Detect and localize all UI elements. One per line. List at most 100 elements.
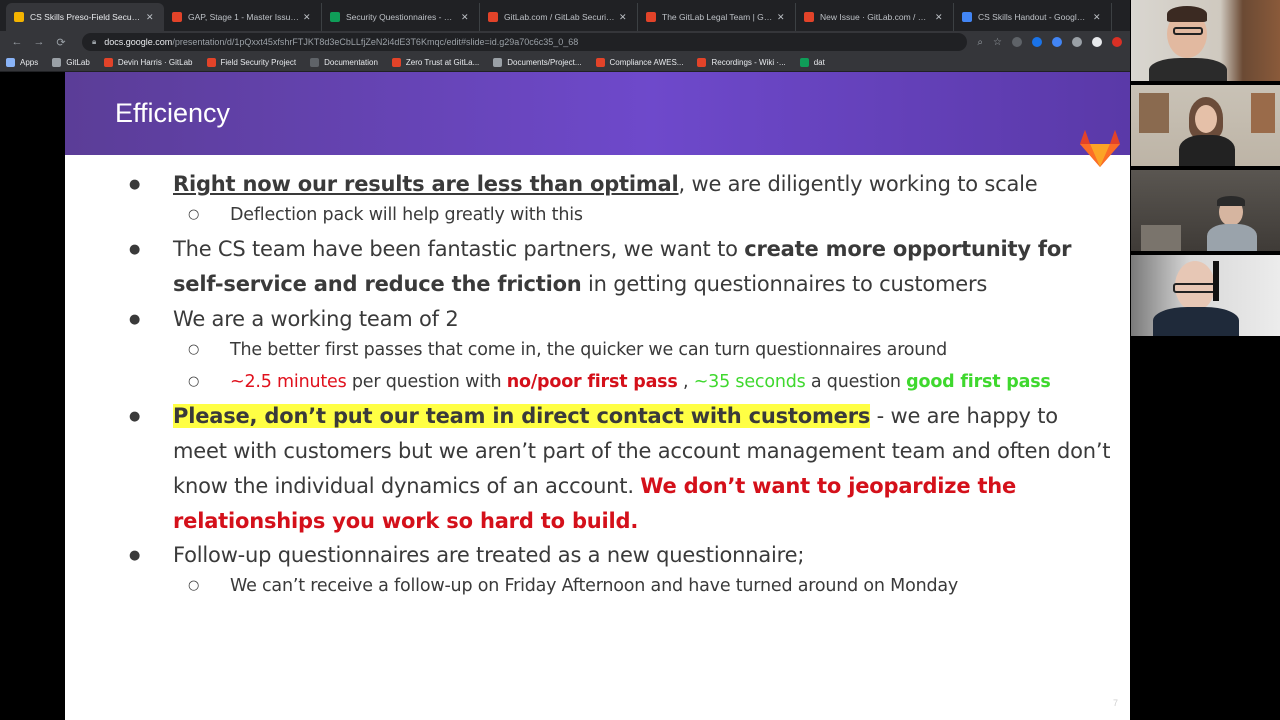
extension-icon[interactable] [1112, 36, 1122, 47]
sub-bullet-friday: We can’t receive a follow-up on Friday A… [188, 571, 958, 601]
sub-bullet-timing: ~2.5 minutes per question with no/poor f… [188, 367, 1051, 397]
reload-icon[interactable]: ⟳ [52, 33, 70, 51]
bookmark-label: Zero Trust at GitLa... [405, 57, 480, 67]
browser-tab[interactable]: GitLab.com / GitLab Security De ✕ [480, 3, 638, 31]
bookmark-item[interactable]: Zero Trust at GitLa... [391, 57, 480, 67]
bookmark-item[interactable]: Documentation [310, 57, 378, 67]
video-call-panel [1130, 0, 1280, 720]
bookmark-star-icon[interactable]: ☆ [993, 37, 1002, 48]
bullet-text: per question with [346, 372, 507, 392]
bullet-text: in getting questionnaires to customers [581, 272, 988, 296]
bullet-cs-team: The CS team have been fantastic partners… [129, 232, 1113, 302]
search-icon[interactable]: ⌕ [977, 37, 983, 48]
bookmark-label: Documentation [324, 57, 378, 67]
tab-close-icon[interactable]: ✕ [777, 12, 787, 23]
participant-video-tile[interactable] [1131, 170, 1280, 253]
bullet-no-direct-contact: Please, don’t put our team in direct con… [129, 399, 1113, 539]
tab-favicon-icon [488, 12, 498, 22]
extension-icon[interactable] [1072, 36, 1082, 47]
bookmark-item[interactable]: Apps [6, 57, 39, 67]
url-domain: docs.google.com [104, 37, 173, 47]
bullet-results: Right now our results are less than opti… [129, 167, 1113, 202]
extension-icon[interactable] [1032, 36, 1042, 47]
participant-video-tile[interactable] [1131, 0, 1280, 83]
bookmark-item[interactable]: GitLab [52, 57, 90, 67]
bookmark-icon [799, 57, 809, 67]
url-path: /presentation/d/1pQxxt45xfshrFTJKT8d3eCb… [172, 37, 579, 47]
tab-title: GitLab.com / GitLab Security De [504, 12, 615, 22]
tab-favicon-icon [172, 12, 182, 22]
bookmark-label: Compliance AWES... [609, 57, 684, 67]
extension-icon[interactable] [1092, 36, 1102, 47]
bullet-text: The CS team have been fantastic partners… [173, 237, 745, 261]
bookmark-label: Devin Harris · GitLab [117, 57, 193, 67]
timing-good: ~35 seconds [693, 372, 806, 392]
browser-tab[interactable]: Security Questionnaires - Goog ✕ [322, 3, 480, 31]
bookmark-icon [103, 57, 113, 67]
tab-title: GAP, Stage 1 - Master Issue (#T [188, 12, 299, 22]
browser-tab[interactable]: GAP, Stage 1 - Master Issue (#T ✕ [164, 3, 322, 31]
participant-video-tile[interactable] [1131, 255, 1280, 338]
tab-close-icon[interactable]: ✕ [461, 12, 471, 23]
sub-bullet-deflection: Deflection pack will help greatly with t… [188, 200, 583, 230]
participant-video-tile[interactable] [1131, 85, 1280, 168]
bookmark-item[interactable]: Compliance AWES... [595, 57, 684, 67]
tab-favicon-icon [330, 12, 340, 22]
bookmark-icon [493, 57, 503, 67]
slide-body: Right now our results are less than opti… [65, 72, 1130, 720]
bullet-underlined-text: Right now our results are less than opti… [173, 172, 679, 196]
tab-title: New Issue · GitLab.com / GitLab [820, 12, 931, 22]
browser-toolbar: ← → ⟳ 🔒︎ docs.google.com/presentation/d/… [0, 31, 1130, 53]
bookmark-label: GitLab [66, 57, 90, 67]
bookmark-item[interactable]: Devin Harris · GitLab [103, 57, 193, 67]
bookmark-label: Apps [20, 57, 39, 67]
bookmark-icon [6, 57, 15, 67]
slide-page-number: 7 [1112, 698, 1118, 708]
highlighted-text: Please, don’t put our team in direct con… [173, 404, 871, 428]
bookmarks-bar: Apps GitLab Devin Harris · GitLab Field Sec… [0, 53, 1130, 72]
bullet-follow-up: Follow-up questionnaires are treated as … [129, 538, 1113, 573]
bullet-team-of-2: We are a working team of 2 [129, 302, 1113, 337]
bullet-text: a question [805, 372, 907, 392]
sub-bullet-first-passes: The better first passes that come in, th… [188, 335, 947, 365]
extension-icon[interactable] [1012, 36, 1022, 47]
bookmark-item[interactable]: dat [799, 57, 825, 67]
bookmark-label: Documents/Project... [507, 57, 582, 67]
slide: Efficiency Right now our results are les… [65, 72, 1130, 720]
bookmark-label: Recordings - Wiki ·... [711, 57, 786, 67]
tab-title: The GitLab Legal Team | GitLab [662, 12, 773, 22]
zoom-extension-icon[interactable] [1052, 36, 1062, 47]
good-first-pass-label: good first pass [906, 372, 1051, 392]
bookmark-icon [310, 57, 320, 67]
browser-tab[interactable]: CS Skills Handout - Google Docs ✕ [954, 3, 1112, 31]
bookmark-item[interactable]: Field Security Project [206, 57, 297, 67]
bookmark-item[interactable]: Recordings - Wiki ·... [697, 57, 786, 67]
bookmark-icon [52, 57, 62, 67]
bookmark-label: dat [813, 57, 825, 67]
lock-icon: 🔒︎ [92, 37, 97, 46]
bookmark-label: Field Security Project [220, 57, 297, 67]
forward-arrow-icon[interactable]: → [30, 33, 48, 51]
bookmark-icon [595, 57, 605, 67]
browser-tab-strip: CS Skills Preso-Field Security - G✕GAP, … [0, 0, 1130, 31]
tab-title: CS Skills Preso-Field Security - G [30, 12, 142, 22]
tab-close-icon[interactable]: ✕ [303, 12, 313, 23]
browser-tab[interactable]: CS Skills Preso-Field Security - G ✕ [6, 3, 164, 31]
address-bar[interactable]: 🔒︎ docs.google.com/presentation/d/1pQxxt… [82, 33, 968, 51]
tab-close-icon[interactable]: ✕ [1093, 12, 1103, 23]
browser-tab[interactable]: The GitLab Legal Team | GitLab ✕ [638, 3, 796, 31]
tab-close-icon[interactable]: ✕ [146, 12, 156, 23]
browser-tab[interactable]: New Issue · GitLab.com / GitLab ✕ [796, 3, 954, 31]
back-arrow-icon[interactable]: ← [8, 33, 26, 51]
bookmark-icon [697, 57, 707, 67]
tab-favicon-icon [646, 12, 656, 22]
tab-close-icon[interactable]: ✕ [935, 12, 945, 23]
timing-poor: ~2.5 minutes [230, 372, 347, 392]
tab-favicon-icon [962, 12, 972, 22]
bookmark-icon [206, 57, 216, 67]
bookmark-item[interactable]: Documents/Project... [493, 57, 582, 67]
bullet-text: , we are diligently working to scale [678, 172, 1038, 196]
poor-first-pass-label: no/poor first pass [506, 372, 678, 392]
tab-close-icon[interactable]: ✕ [619, 12, 629, 23]
tab-title: CS Skills Handout - Google Docs [978, 12, 1089, 22]
